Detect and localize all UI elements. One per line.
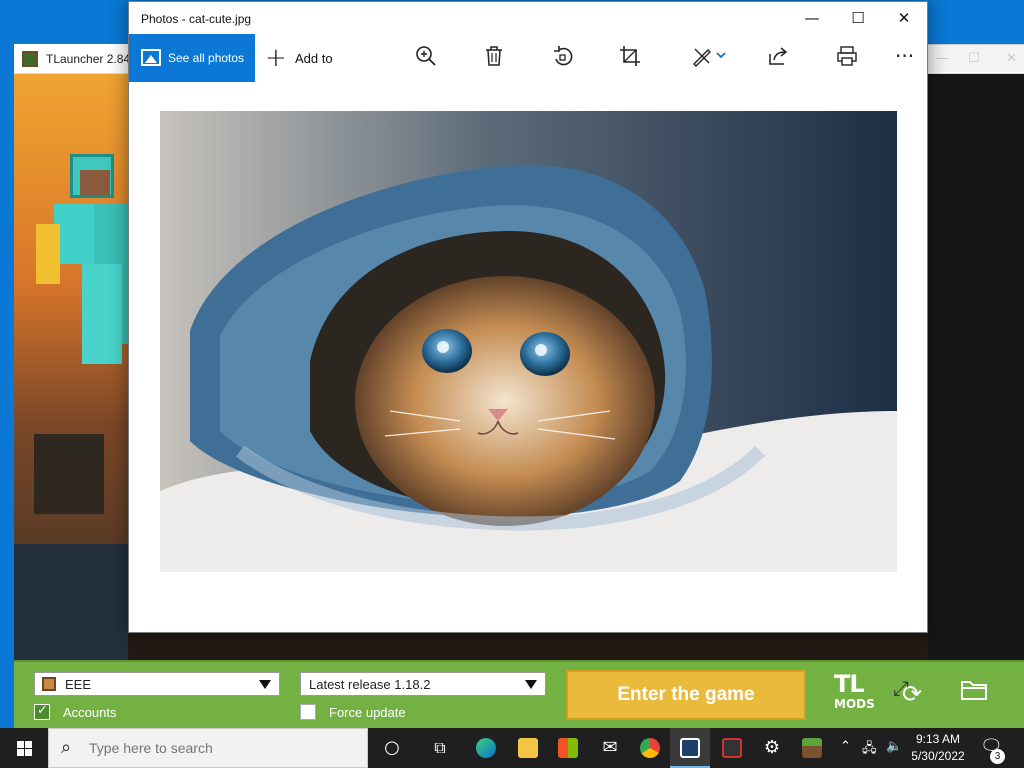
mods-logo-line1: TL	[834, 670, 865, 698]
search-input[interactable]	[89, 740, 349, 756]
account-avatar	[42, 677, 56, 691]
photos-title: Photos - cat-cute.jpg	[141, 12, 252, 26]
cortana-icon[interactable]: ○	[372, 728, 412, 768]
delete-icon[interactable]	[484, 45, 504, 72]
force-update-checkbox[interactable]	[300, 704, 316, 720]
photo-image[interactable]	[160, 111, 897, 572]
see-all-photos-label: See all photos	[168, 51, 245, 65]
force-update-label: Force update	[329, 705, 406, 720]
search-icon: ⌕	[61, 737, 72, 758]
maximize-icon[interactable]: ☐	[968, 51, 980, 66]
task-view-icon[interactable]: ⧉	[420, 728, 460, 768]
photo-canvas: ⤢	[129, 82, 927, 700]
photos-icon[interactable]	[670, 728, 710, 768]
gallery-icon	[141, 49, 161, 66]
background-window-titlebar[interactable]: — ☐ ✕	[928, 44, 1024, 72]
print-icon[interactable]	[836, 45, 858, 72]
store-icon[interactable]	[548, 728, 588, 768]
mail-icon[interactable]: ✉	[590, 728, 630, 768]
tlauncher-right-background	[928, 74, 1024, 660]
chevron-down-icon	[259, 680, 271, 689]
minecraft-artwork	[14, 74, 128, 660]
tlauncher-bottom-bar: EEE Accounts Latest release 1.18.2 Force…	[14, 660, 1024, 728]
clock-date: 5/30/2022	[911, 749, 965, 763]
windows-logo-icon	[17, 741, 32, 756]
share-icon[interactable]	[767, 45, 789, 72]
taskbar: ⌕ ○ ⧉ ✉ ⚙ ⌃ 🖧 🔈 9:13 AM 5/30/2022 🗨 3	[0, 728, 1024, 768]
rotate-icon[interactable]	[551, 45, 575, 74]
account-select[interactable]: EEE	[34, 672, 280, 696]
enter-game-button[interactable]: Enter the game	[566, 670, 806, 720]
minimize-icon[interactable]: —	[936, 51, 949, 66]
zoom-icon[interactable]	[415, 45, 437, 72]
file-explorer-icon[interactable]	[508, 728, 548, 768]
see-all-photos-button[interactable]: See all photos	[129, 34, 255, 82]
chrome-icon[interactable]	[630, 728, 670, 768]
network-icon[interactable]: 🖧	[862, 739, 877, 761]
tl-mods-logo[interactable]: TL MODS	[834, 672, 876, 718]
accounts-label: Accounts	[63, 705, 117, 720]
tlauncher-app-icon	[22, 51, 38, 67]
version-select[interactable]: Latest release 1.18.2	[300, 672, 546, 696]
minimize-button[interactable]: —	[789, 2, 835, 34]
account-name: EEE	[65, 677, 92, 692]
mods-logo-line2: MODS	[834, 697, 875, 711]
start-button[interactable]	[0, 728, 48, 768]
settings-icon[interactable]: ⚙	[752, 728, 792, 768]
clock[interactable]: 9:13 AM 5/30/2022	[908, 731, 968, 765]
photos-toolbar: See all photos + Add to ···	[129, 34, 927, 82]
app-icon[interactable]	[712, 728, 752, 768]
more-icon[interactable]: ···	[895, 44, 914, 68]
clock-time: 9:13 AM	[915, 732, 961, 746]
photos-titlebar[interactable]: Photos - cat-cute.jpg — ☐ ✕	[129, 2, 927, 34]
accounts-checkbox[interactable]	[34, 703, 50, 720]
notification-badge: 3	[990, 749, 1005, 764]
edge-icon[interactable]	[466, 728, 506, 768]
plus-icon: +	[265, 43, 287, 73]
chevron-up-icon[interactable]: ⌃	[840, 739, 851, 754]
taskbar-search[interactable]: ⌕	[48, 728, 368, 768]
crop-icon[interactable]	[619, 45, 641, 72]
add-to-label: Add to	[295, 51, 333, 66]
expand-icon[interactable]: ⤢	[893, 676, 909, 700]
close-button[interactable]: ✕	[881, 2, 927, 34]
maximize-button[interactable]: ☐	[835, 2, 881, 34]
photos-window: Photos - cat-cute.jpg — ☐ ✕ See all phot…	[128, 1, 928, 700]
version-value: Latest release 1.18.2	[309, 677, 431, 692]
tlauncher-title: TLauncher 2.841	[46, 52, 137, 66]
volume-icon[interactable]: 🔈	[886, 739, 902, 754]
folder-icon[interactable]	[960, 678, 988, 708]
close-icon[interactable]: ✕	[1006, 51, 1017, 66]
edit-icon[interactable]	[691, 45, 727, 72]
chevron-down-icon	[525, 680, 537, 689]
minecraft-icon[interactable]	[792, 728, 832, 768]
